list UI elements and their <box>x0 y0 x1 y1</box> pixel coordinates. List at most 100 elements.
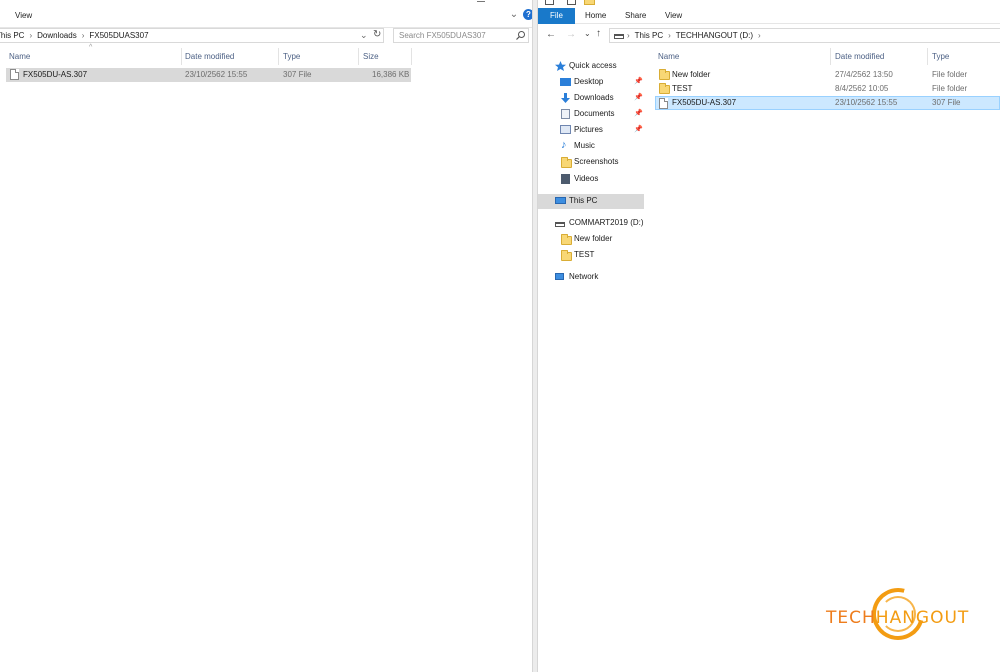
folder-icon <box>659 69 670 80</box>
file-date: 27/4/2562 13:50 <box>835 70 893 79</box>
nav-drive-test[interactable]: TEST <box>538 248 644 263</box>
pin-icon[interactable]: 📌 <box>634 125 643 133</box>
left-minimize-button[interactable] <box>474 0 490 4</box>
star-icon <box>555 61 566 71</box>
folder-icon <box>561 234 572 245</box>
nav-label: Downloads <box>574 93 614 102</box>
left-view-tab[interactable]: View <box>15 11 32 20</box>
breadcrumb-separator-icon[interactable]: › <box>758 31 761 40</box>
column-divider[interactable] <box>830 48 831 65</box>
breadcrumb-separator-icon[interactable]: › <box>627 31 630 40</box>
column-header-type[interactable]: Type <box>283 52 300 61</box>
file-row[interactable]: FX505DU-AS.307 23/10/2562 15:55 307 File <box>655 96 1000 110</box>
file-icon <box>659 98 668 109</box>
right-address-bar[interactable]: › This PC › TECHHANGOUT (D:) › <box>609 28 1000 43</box>
column-header-type[interactable]: Type <box>932 52 949 61</box>
help-icon[interactable]: ? <box>523 9 532 20</box>
breadcrumb: › This PC › TECHHANGOUT (D:) › <box>627 31 766 40</box>
column-header-date[interactable]: Date modified <box>835 52 884 61</box>
nav-this-pc[interactable]: This PC <box>538 194 644 209</box>
breadcrumb-folder[interactable]: FX505DUAS307 <box>89 31 148 40</box>
nav-desktop[interactable]: Desktop 📌 <box>538 75 644 90</box>
document-icon <box>561 109 570 119</box>
file-type: File folder <box>932 70 968 79</box>
file-row[interactable]: New folder 27/4/2562 13:50 File folder <box>655 68 1000 82</box>
nav-network[interactable]: Network <box>538 270 644 285</box>
techhangout-logo: TECHHANGOUT <box>826 578 986 650</box>
nav-pictures[interactable]: Pictures 📌 <box>538 123 644 138</box>
pin-icon[interactable]: 📌 <box>634 93 643 101</box>
logo-text-tech: TECH <box>826 608 876 628</box>
search-placeholder: Search FX505DUAS307 <box>399 31 486 40</box>
nav-label: Quick access <box>569 61 617 70</box>
column-divider[interactable] <box>278 48 279 65</box>
breadcrumb-separator-icon[interactable]: › <box>29 31 32 40</box>
column-divider[interactable] <box>181 48 182 65</box>
breadcrumb-this-pc[interactable]: This PC <box>0 31 24 40</box>
nav-music[interactable]: ♪ Music <box>538 139 644 154</box>
forward-arrow-icon[interactable]: → <box>566 29 576 40</box>
nav-downloads[interactable]: Downloads 📌 <box>538 91 644 106</box>
nav-label: New folder <box>574 234 613 243</box>
pin-icon[interactable]: 📌 <box>634 77 643 85</box>
right-ribbon: File Home Share View <box>538 8 1000 24</box>
file-date: 8/4/2562 10:05 <box>835 84 889 93</box>
search-icon[interactable] <box>515 30 526 41</box>
nav-screenshots[interactable]: Screenshots <box>538 155 644 170</box>
left-search-box[interactable]: Search FX505DUAS307 <box>393 28 529 43</box>
recent-dropdown-icon[interactable]: ⌄ <box>584 29 591 38</box>
share-tab[interactable]: Share <box>625 11 646 20</box>
column-divider[interactable] <box>358 48 359 65</box>
up-arrow-icon[interactable]: ↑ <box>596 28 601 39</box>
chevron-down-icon[interactable]: ⌄ <box>508 9 520 20</box>
column-divider[interactable] <box>411 48 412 65</box>
left-address-bar[interactable]: This PC › Downloads › FX505DUAS307 ⌄ ↻ <box>0 28 384 43</box>
file-date: 23/10/2562 15:55 <box>185 70 248 79</box>
breadcrumb-separator-icon[interactable]: › <box>668 31 671 40</box>
nav-quick-access[interactable]: Quick access <box>538 59 644 74</box>
nav-label: Videos <box>574 174 599 183</box>
home-tab[interactable]: Home <box>585 11 606 20</box>
quick-access-toolbar-icon[interactable] <box>567 0 576 5</box>
nav-label: COMMART2019 (D:) <box>569 218 644 227</box>
nav-drive[interactable]: COMMART2019 (D:) <box>538 216 644 231</box>
breadcrumb-drive[interactable]: TECHHANGOUT (D:) <box>676 31 753 40</box>
back-arrow-icon[interactable]: ← <box>546 29 556 40</box>
file-tab[interactable]: File <box>538 8 575 24</box>
folder-icon <box>561 157 572 168</box>
file-icon <box>10 69 19 80</box>
file-name: FX505DU-AS.307 <box>23 70 88 79</box>
nav-label: Screenshots <box>574 157 619 166</box>
nav-drive-new-folder[interactable]: New folder <box>538 232 644 247</box>
column-header-date[interactable]: Date modified <box>185 52 234 61</box>
breadcrumb-this-pc[interactable]: This PC <box>635 31 663 40</box>
nav-label: Pictures <box>574 125 603 134</box>
nav-documents[interactable]: Documents 📌 <box>538 107 644 122</box>
left-ribbon: View ⌄ ? <box>0 0 532 28</box>
column-header-name[interactable]: Name <box>9 52 30 61</box>
music-note-icon: ♪ <box>561 139 567 151</box>
nav-label: Documents <box>574 109 615 118</box>
network-icon <box>555 273 564 280</box>
desktop-icon <box>560 78 571 86</box>
sort-ascending-icon: ^ <box>89 44 93 51</box>
refresh-icon[interactable]: ↻ <box>373 29 381 40</box>
file-row[interactable]: FX505DU-AS.307 23/10/2562 15:55 307 File… <box>6 68 411 82</box>
nav-videos[interactable]: Videos <box>538 172 644 187</box>
view-tab[interactable]: View <box>665 11 682 20</box>
pin-icon[interactable]: 📌 <box>634 109 643 117</box>
address-dropdown-icon[interactable]: ⌄ <box>360 30 368 41</box>
window-icon <box>545 0 554 5</box>
right-explorer-window: File Home Share View ← → ⌄ ↑ › This PC › TE… <box>538 0 1000 672</box>
breadcrumb-separator-icon[interactable]: › <box>82 31 85 40</box>
file-date: 23/10/2562 15:55 <box>835 98 898 107</box>
column-header-name[interactable]: Name <box>658 52 679 61</box>
file-type: 307 File <box>932 98 961 107</box>
left-explorer-window: View ⌄ ? This PC › Downloads › FX505DUAS307 … <box>0 0 532 672</box>
breadcrumb-downloads[interactable]: Downloads <box>37 31 77 40</box>
file-row[interactable]: TEST 8/4/2562 10:05 File folder <box>655 82 1000 96</box>
column-header-size[interactable]: Size <box>363 52 379 61</box>
nav-label: Desktop <box>574 77 604 86</box>
file-name: TEST <box>672 84 693 93</box>
column-divider[interactable] <box>927 48 928 65</box>
